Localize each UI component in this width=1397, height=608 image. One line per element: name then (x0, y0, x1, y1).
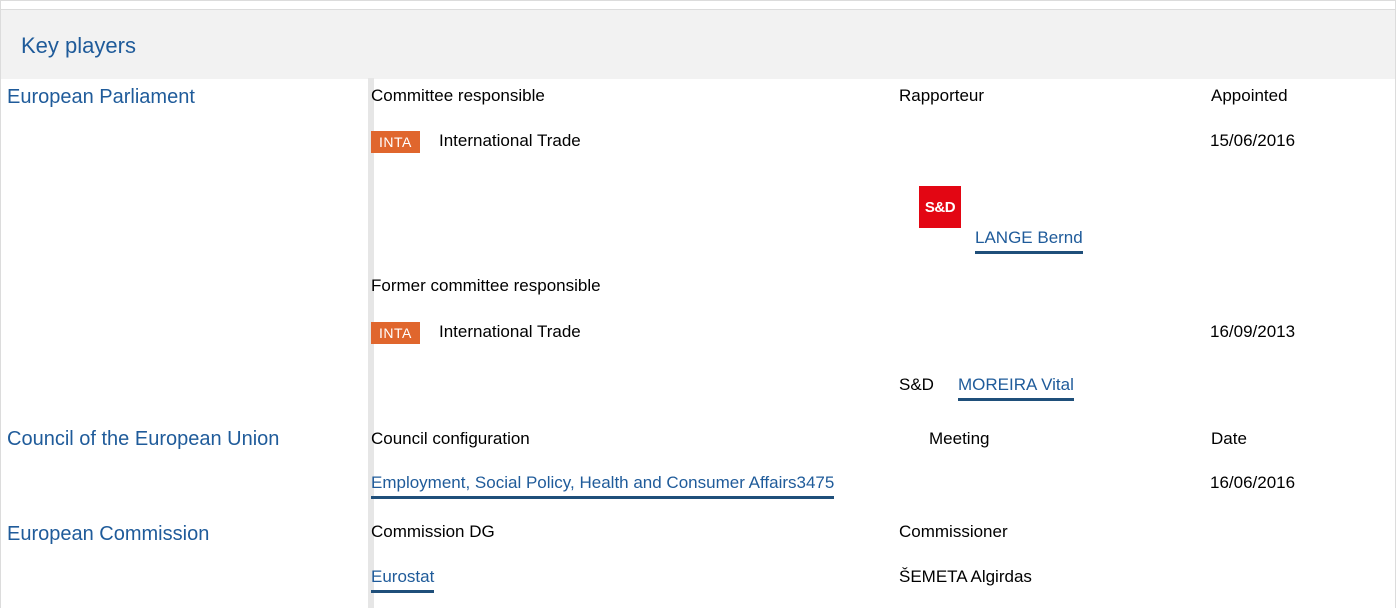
council-title: Council of the European Union (7, 428, 280, 450)
council-configuration-label: Council configuration (371, 429, 530, 448)
former-committee-label: Former committee responsible (371, 276, 601, 295)
sd-party-logo: S&D (919, 186, 961, 228)
committee-badge-inta[interactable]: INTA (371, 131, 420, 153)
commission-dg-label: Commission DG (371, 522, 495, 541)
appointed-label: Appointed (1211, 86, 1288, 105)
former-appointed-date: 16/09/2013 (1210, 322, 1296, 341)
committee-name: International Trade (439, 131, 581, 150)
key-players-panel (0, 0, 1396, 608)
council-date: 16/06/2016 (1210, 473, 1296, 492)
rapporteur-link-lange[interactable]: LANGE Bernd (975, 228, 1083, 254)
appointed-date: 15/06/2016 (1210, 131, 1296, 150)
parliament-title: European Parliament (7, 86, 195, 108)
commissioner-label: Commissioner (899, 522, 1008, 541)
former-committee-name: International Trade (439, 322, 581, 341)
commissioner-name: ŠEMETA Algirdas (899, 567, 1032, 586)
committee-responsible-label: Committee responsible (371, 86, 545, 105)
former-party-label: S&D (899, 375, 934, 394)
dg-link-eurostat[interactable]: Eurostat (371, 567, 435, 593)
meeting-label: Meeting (929, 429, 990, 448)
rapporteur-label: Rapporteur (899, 86, 985, 105)
former-committee-badge-inta[interactable]: INTA (371, 322, 420, 344)
commission-title: European Commission (7, 523, 210, 545)
council-date-label: Date (1211, 429, 1247, 448)
key-players-title: Key players (21, 33, 136, 58)
rapporteur-link-moreira[interactable]: MOREIRA Vital (958, 375, 1074, 401)
council-configuration-link[interactable]: Employment, Social Policy, Health and Co… (371, 473, 835, 499)
key-players-header: Key players (1, 9, 1395, 79)
